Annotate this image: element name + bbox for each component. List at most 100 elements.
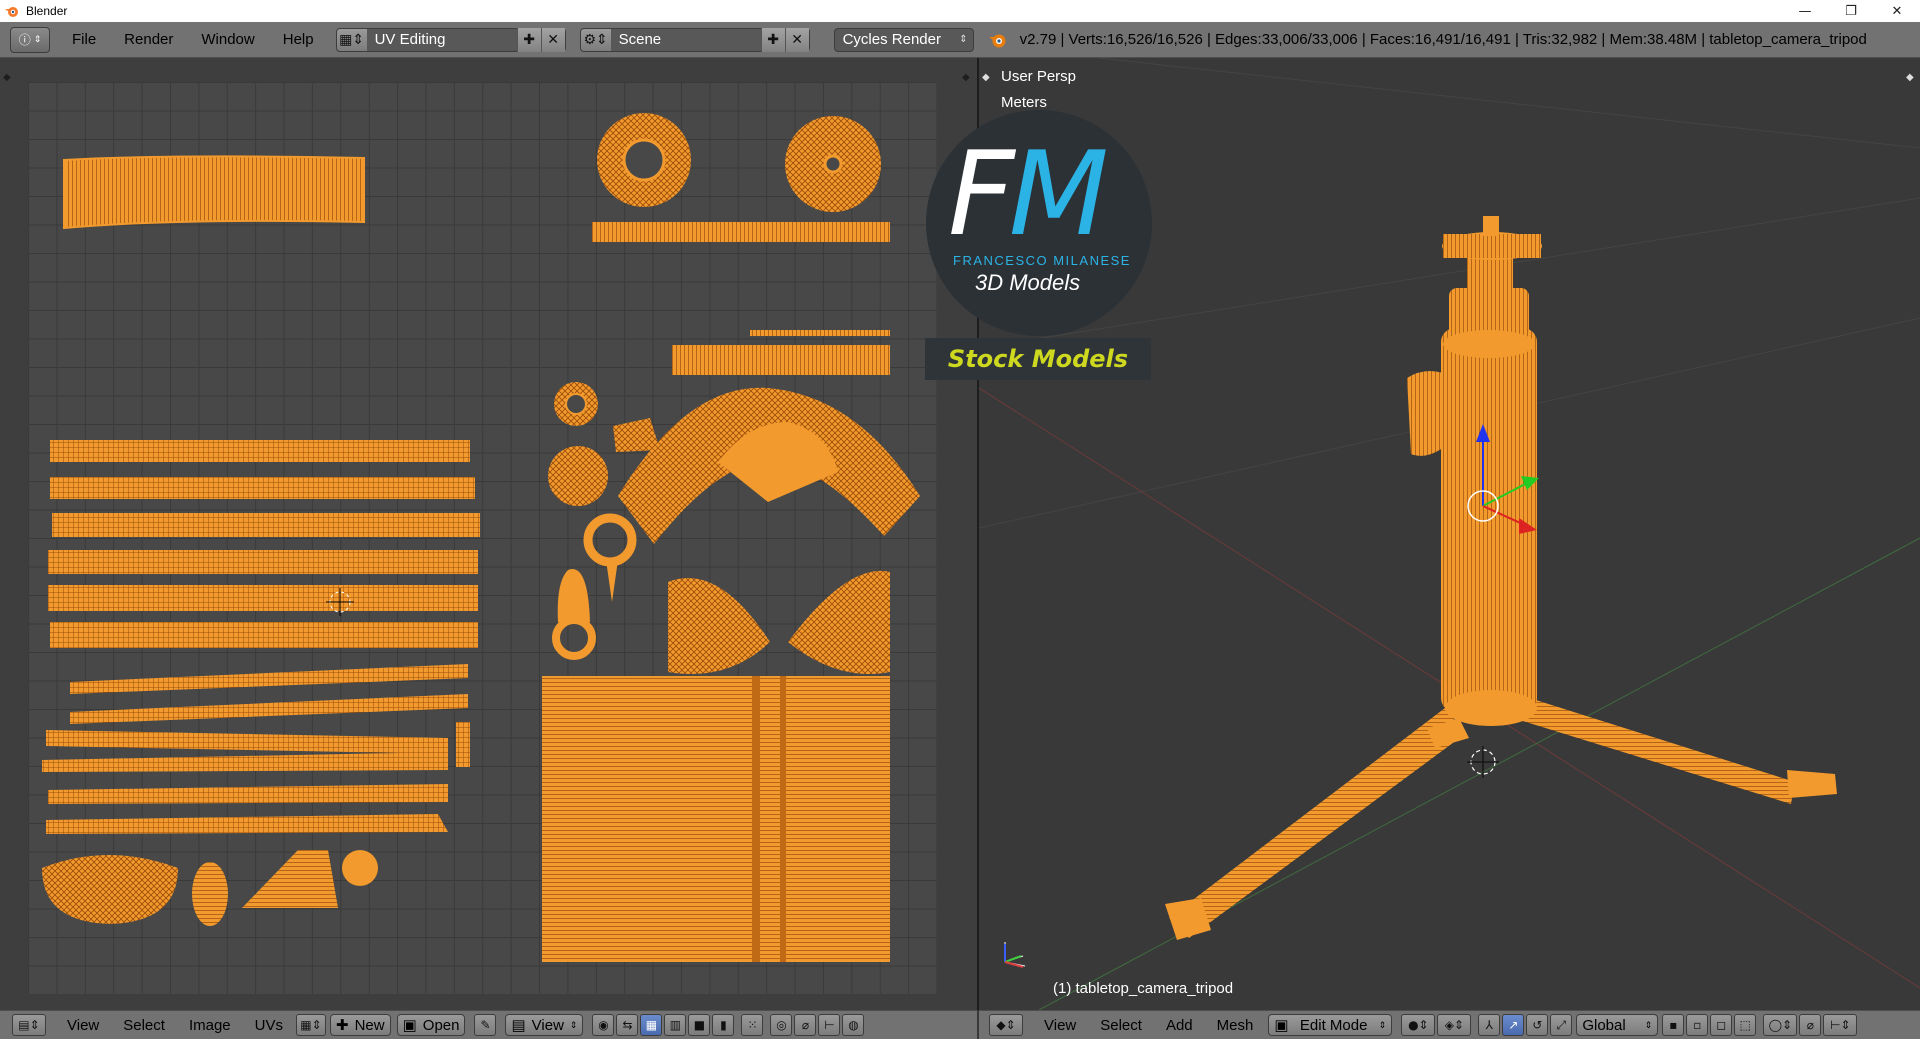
add-scene-icon[interactable]: ✚ [760, 27, 785, 52]
scene-statistics: v2.79 | Verts:16,526/16,526 | Edges:33,0… [1019, 31, 1867, 48]
chevron-updown-icon: ⇕ [569, 1019, 578, 1030]
interaction-mode-selector[interactable]: ▣ Edit Mode ⇕ [1268, 1014, 1393, 1036]
sticky-mode-icon[interactable]: ⁙ [741, 1014, 764, 1036]
render-engine-name: Cycles Render [842, 31, 941, 48]
layout-grid-icon: ▦⇕ [339, 31, 365, 48]
chevron-updown-icon: ⇕ [1378, 1019, 1387, 1030]
scene-field[interactable]: Scene [610, 28, 761, 51]
island-select-icon[interactable]: ▮ [712, 1014, 735, 1036]
watermark-logo-m: M [1008, 127, 1109, 262]
plus-icon: ✚ [336, 1017, 349, 1034]
maximize-button[interactable]: ❐ [1828, 0, 1874, 22]
watermark-logo: FM [948, 136, 1109, 254]
sync-selection-icon[interactable]: ⇆ [616, 1014, 639, 1036]
manipulator-toggle-icon[interactable]: ⅄ [1478, 1014, 1501, 1036]
image-editor-type-icon[interactable]: ▤⇕ [12, 1014, 46, 1036]
uv-island [592, 222, 890, 242]
snap-target-icon[interactable]: ⊢ [818, 1014, 841, 1036]
proportional-edit-icon[interactable]: ◯⇕ [1763, 1014, 1798, 1036]
uv-menu-select[interactable]: Select [111, 1017, 177, 1034]
3d-menu-mesh[interactable]: Mesh [1205, 1017, 1266, 1034]
scale-icon[interactable]: ⤢ [1550, 1014, 1573, 1036]
region-toggle-right-icon[interactable]: ◆ [962, 72, 970, 83]
updown-icon: ⇕ [33, 34, 42, 45]
minimize-button[interactable]: — [1782, 0, 1828, 22]
view-mode-icon: ▤ [511, 1017, 526, 1034]
face-select-mode-icon[interactable]: ◻ [1710, 1014, 1733, 1036]
editor-type-selector[interactable]: ⓘ ⇕ [10, 26, 50, 53]
uv-island [242, 850, 338, 908]
uv-island [542, 676, 890, 962]
snap-icon[interactable]: ⌀ [794, 1014, 817, 1036]
close-button[interactable]: ✕ [1874, 0, 1920, 22]
open-image-label: Open [422, 1016, 460, 1034]
window-titlebar: Blender — ❐ ✕ [0, 0, 1920, 22]
uv-menu-uvs[interactable]: UVs [243, 1017, 295, 1034]
rotate-icon[interactable]: ↺ [1526, 1014, 1549, 1036]
edge-select-mode-icon[interactable]: ▫ [1686, 1014, 1709, 1036]
snap-toggle-icon[interactable]: ⌀ [1799, 1014, 1822, 1036]
uv-island [48, 585, 478, 611]
edit-mode-icon: ▣ [1274, 1017, 1289, 1034]
proportional-edit-icon[interactable]: ◎ [770, 1014, 793, 1036]
remove-screen-icon[interactable]: ✕ [540, 27, 565, 52]
uv-island [70, 664, 468, 694]
pivot-icon[interactable]: ◉ [592, 1014, 615, 1036]
uv-island [70, 694, 468, 724]
pivot-point-icon[interactable]: ◈⇕ [1437, 1014, 1472, 1036]
snap-element-icon[interactable]: ⊢⇕ [1823, 1014, 1858, 1036]
render-slot-icon[interactable]: ◍ [842, 1014, 865, 1036]
viewport-shading-icon[interactable]: ●⇕ [1401, 1014, 1436, 1036]
blender-logo-icon [988, 34, 1006, 47]
uv-island [48, 550, 478, 574]
3d-editor-type-icon[interactable]: ◆⇕ [989, 1014, 1023, 1036]
pin-icon[interactable]: ✎ [474, 1014, 497, 1036]
uv-island [557, 569, 590, 622]
remove-scene-icon[interactable]: ✕ [784, 27, 809, 52]
uv-island [606, 560, 618, 602]
uv-menu-view[interactable]: View [55, 1017, 111, 1034]
active-object-label: (1) tabletop_camera_tripod [1053, 980, 1234, 997]
face-select-icon[interactable]: ■ [688, 1014, 711, 1036]
watermark-tagline: 3D Models [975, 270, 1081, 295]
uv-editor-footer: ▤⇕ View Select Image UVs ▦⇕ ✚ New ▣ Open ✎… [0, 1010, 977, 1039]
blender-app-icon [5, 7, 18, 17]
uv-menu-image[interactable]: Image [177, 1017, 243, 1034]
tripod-leg [1169, 708, 1465, 938]
menu-file[interactable]: File [58, 22, 110, 58]
region-toggle-left-icon[interactable]: ◆ [3, 72, 11, 83]
watermark-stock-banner: Stock Models [925, 338, 1151, 380]
interaction-mode-label: Edit Mode [1299, 1016, 1368, 1034]
new-image-button[interactable]: ✚ New [330, 1014, 391, 1036]
tripod-leg-foot [1787, 770, 1837, 798]
tripod-leg [1513, 694, 1795, 804]
render-engine-selector[interactable]: Cycles Render ⇕ [833, 27, 974, 52]
menu-render[interactable]: Render [110, 22, 187, 58]
image-browse-icon[interactable]: ▦⇕ [296, 1014, 326, 1036]
vertex-select-icon[interactable]: ▦ [640, 1014, 663, 1036]
add-screen-icon[interactable]: ✚ [516, 27, 541, 52]
edge-select-icon[interactable]: ▥ [664, 1014, 687, 1036]
uv-island [672, 345, 890, 375]
uv-island [50, 440, 470, 462]
translate-icon[interactable]: ↗ [1502, 1014, 1525, 1036]
uv-island [668, 578, 770, 674]
scene-selector[interactable]: ⚙⇕ Scene ✚ ✕ [579, 27, 810, 52]
3d-menu-add[interactable]: Add [1154, 1017, 1205, 1034]
view-mode-selector[interactable]: ▤ View ⇕ [505, 1014, 584, 1036]
open-image-button[interactable]: ▣ Open [396, 1014, 466, 1036]
screen-layout-selector[interactable]: ▦⇕ UV Editing ✚ ✕ [335, 27, 566, 52]
screen-layout-field[interactable]: UV Editing [366, 28, 517, 51]
menu-help[interactable]: Help [269, 22, 328, 58]
3d-menu-view[interactable]: View [1032, 1017, 1088, 1034]
vertex-select-mode-icon[interactable]: ▪ [1662, 1014, 1685, 1036]
uv-island [42, 855, 178, 924]
uv-island [50, 622, 478, 648]
uv-image-editor[interactable]: ◆ ◆ [0, 58, 977, 1010]
uv-island [342, 850, 378, 886]
limit-selection-icon[interactable]: ⬚ [1734, 1014, 1757, 1036]
uv-grid-canvas[interactable] [28, 82, 937, 994]
transform-orientation-selector[interactable]: Global ⇕ [1576, 1014, 1659, 1036]
menu-window[interactable]: Window [187, 22, 268, 58]
3d-menu-select[interactable]: Select [1088, 1017, 1154, 1034]
